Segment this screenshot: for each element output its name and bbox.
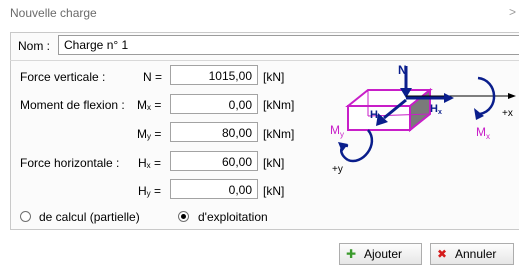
cancel-button-label: Annuler [455, 247, 497, 261]
my-moment-arc [347, 129, 374, 163]
hx-unit: [kN] [263, 156, 285, 170]
name-row: Nom : [10, 35, 519, 57]
name-input[interactable] [58, 35, 519, 55]
mx-label: Mx [476, 125, 490, 141]
hy-symbol: Hy = [138, 184, 162, 198]
hx-arrow-head [444, 93, 454, 103]
vertical-force-label: Force verticale : [20, 70, 106, 84]
my-symbol: My = [137, 127, 162, 141]
n-symbol: N = [143, 70, 163, 84]
radio-label-service: d'exploitation [198, 210, 268, 224]
n-label: N [398, 63, 407, 77]
mx-unit: [kNm] [263, 98, 295, 112]
hx-input[interactable]: 60,00 [170, 151, 258, 171]
radio-label-design: de calcul (partielle) [39, 210, 140, 224]
name-label: Nom : [18, 39, 51, 53]
vertical-force-unit: [kN] [263, 70, 285, 84]
hy-unit: [kN] [263, 184, 285, 198]
add-button[interactable]: ✚ Ajouter [339, 243, 422, 265]
bending-moment-label: Moment de flexion : [20, 98, 125, 112]
vertical-force-input[interactable]: 1015,00 [170, 65, 258, 85]
hy-input[interactable]: 0,00 [170, 179, 258, 199]
radio-button[interactable] [20, 211, 31, 222]
hx-symbol: Hx = [138, 156, 162, 170]
mx-symbol: Mx = [137, 98, 162, 112]
plus-y-label: +y [332, 164, 343, 175]
x-axis-head [508, 93, 516, 99]
close-icon: ✖ [437, 247, 448, 261]
my-unit: [kNm] [263, 127, 295, 141]
window-title: Nouvelle charge [10, 6, 97, 20]
my-input[interactable]: 80,00 [170, 122, 258, 142]
horizontal-force-label: Force horizontale : [20, 156, 120, 170]
radio-button-selected[interactable] [178, 211, 189, 222]
plus-icon: ✚ [346, 247, 357, 261]
title-bar: Nouvelle charge > [0, 0, 519, 27]
cancel-button[interactable]: ✖ Annuler [430, 243, 514, 265]
hx-label: Hx [430, 103, 442, 116]
close-icon[interactable]: > [509, 5, 516, 19]
mx-input[interactable]: 0,00 [170, 94, 258, 114]
plus-x-label: +x [502, 108, 513, 119]
add-button-label: Ajouter [364, 247, 403, 261]
load-diagram: N Hy Hx My Mx +x +y [330, 63, 516, 175]
my-label: My [330, 123, 344, 139]
